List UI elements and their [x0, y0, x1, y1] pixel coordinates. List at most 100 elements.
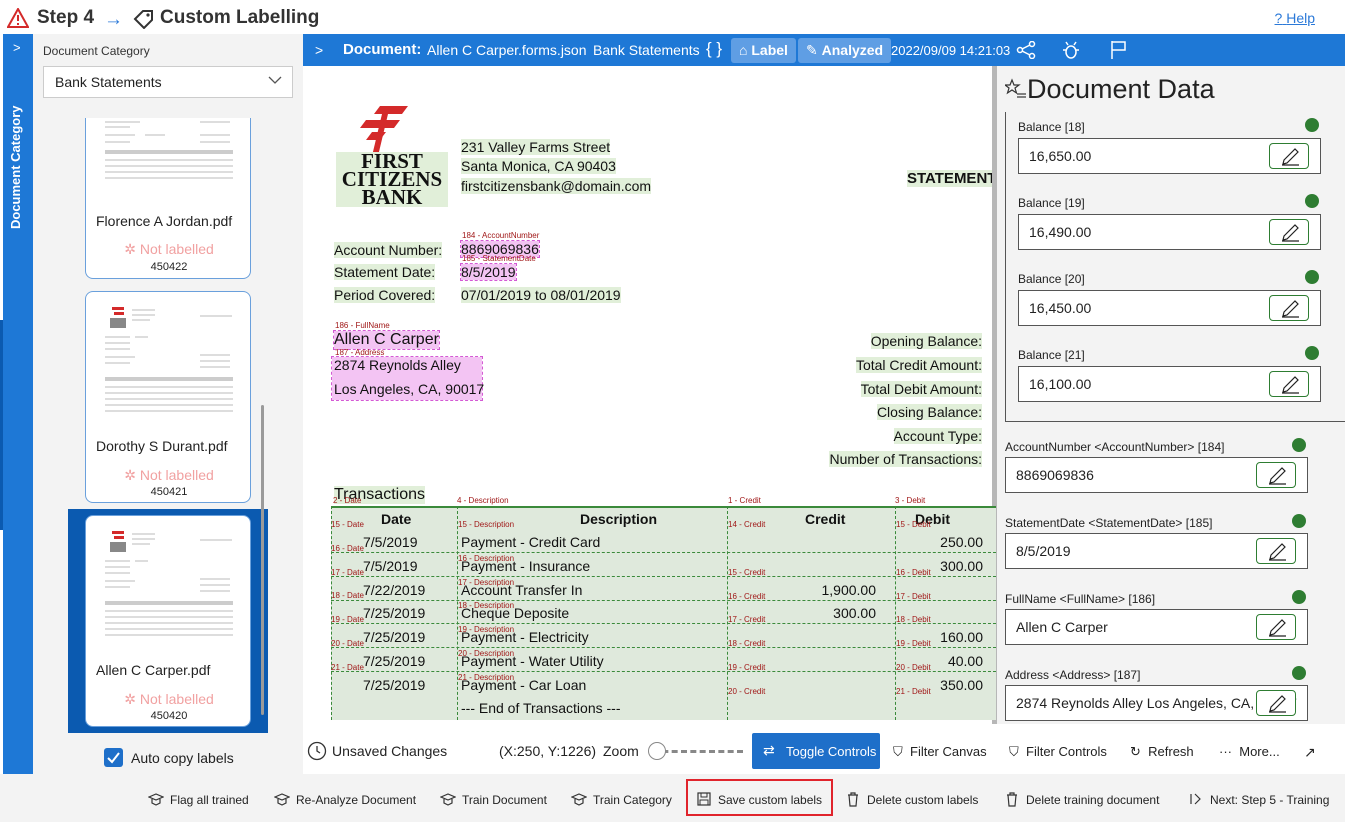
zoom-slider-thumb[interactable]	[648, 742, 666, 760]
row-tag: 19 - Credit	[728, 663, 766, 672]
row-tag: 16 - Description	[458, 553, 515, 563]
status-dot	[1305, 118, 1319, 132]
row-tag: 15 - Description	[458, 520, 515, 529]
document-category: Bank Statements	[593, 42, 700, 58]
help-link[interactable]: ? Help	[1275, 10, 1315, 26]
document-card-dorothy[interactable]: Dorothy S Durant.pdf ✲ Not labelled 4504…	[85, 291, 251, 503]
cell-date[interactable]: 7/5/2019	[363, 558, 418, 574]
refresh-icon: ↻	[1130, 744, 1141, 759]
cell-debit[interactable]: 40.00	[948, 653, 983, 669]
flag-all-trained-button[interactable]: Flag all trained	[148, 793, 249, 807]
cell-description[interactable]: Payment - Credit Card	[461, 534, 600, 550]
category-collapse-bar[interactable]: > Document Category	[3, 34, 33, 774]
bank-address-line2: Santa Monica, CA 90403	[461, 158, 616, 174]
edit-pencil-icon[interactable]	[1269, 219, 1309, 245]
pen-icon: ✎	[806, 42, 818, 58]
transactions-table[interactable]: Date Description Credit Debit 15 - Date …	[331, 506, 996, 720]
chevron-right-icon[interactable]: >	[315, 42, 323, 58]
edit-pencil-icon[interactable]	[1269, 295, 1309, 321]
analyzed-button-text: Analyzed	[821, 42, 884, 58]
refresh-button[interactable]: ↻ Refresh	[1130, 744, 1194, 760]
row-tag: 14 - Credit	[728, 520, 766, 529]
cell-date[interactable]: 7/25/2019	[363, 677, 425, 693]
toggle-controls-button[interactable]: ⇄ Toggle Controls	[752, 733, 880, 769]
delete-training-document-button[interactable]: Delete training document	[1007, 792, 1160, 807]
field-label: AccountNumber <AccountNumber> [184]	[1005, 440, 1225, 454]
delete-training-document-label: Delete training document	[1026, 793, 1160, 807]
status-dot	[1292, 514, 1306, 528]
document-card-allen[interactable]: Allen C Carper.pdf ✲ Not labelled 450420	[85, 515, 251, 727]
auto-copy-label: Auto copy labels	[131, 750, 234, 766]
flag-icon[interactable]	[1110, 40, 1128, 60]
row-tag: 16 - Debit	[896, 567, 931, 577]
checkmark-icon[interactable]	[104, 748, 123, 767]
filter-controls-label: Filter Controls	[1026, 744, 1107, 759]
balance-label: Balance [19]	[1018, 196, 1085, 210]
bug-icon[interactable]	[1061, 40, 1081, 60]
cell-date[interactable]: 7/22/2019	[363, 582, 425, 598]
balance-label: Balance [18]	[1018, 120, 1085, 134]
bug-icon: ✲	[124, 241, 136, 257]
share-icon[interactable]	[1016, 41, 1036, 59]
cell-debit[interactable]: 300.00	[940, 558, 983, 574]
edit-pencil-icon[interactable]	[1269, 143, 1309, 169]
cell-credit[interactable]: 300.00	[833, 605, 876, 621]
document-card-florence[interactable]: Florence A Jordan.pdf ✲ Not labelled 450…	[85, 118, 251, 279]
edit-pencil-icon[interactable]	[1256, 462, 1296, 488]
statement-date-value[interactable]: 8/5/2019	[460, 263, 517, 281]
cell-date[interactable]: 7/5/2019	[363, 534, 418, 550]
tag-description-column: 4 - Description	[457, 496, 509, 505]
next-step-button[interactable]: Next: Step 5 - Training	[1190, 793, 1329, 807]
label-button[interactable]: ⌂ Label	[731, 38, 796, 63]
table-divider	[457, 506, 458, 720]
status-label: Not labelled	[139, 691, 214, 707]
tag-fullname: 186 - FullName	[335, 321, 390, 330]
json-braces-icon[interactable]: { }	[706, 39, 722, 59]
document-filename: Allen C Carper.forms.json	[427, 42, 587, 58]
status-dot	[1292, 438, 1306, 452]
zoom-slider-track[interactable]	[653, 750, 743, 753]
filter-canvas-button[interactable]: ⛉ Filter Canvas	[893, 744, 987, 760]
status-label: Not labelled	[139, 241, 214, 257]
toggle-controls-label: Toggle Controls	[786, 744, 877, 759]
train-document-button[interactable]: Train Document	[440, 793, 547, 807]
field-label: FullName <FullName> [186]	[1005, 592, 1156, 606]
chevron-right-icon[interactable]: >	[13, 40, 21, 55]
row-tag: 18 - Date	[331, 591, 364, 601]
document-name: Florence A Jordan.pdf	[96, 213, 233, 229]
cell-date[interactable]: 7/25/2019	[363, 629, 425, 645]
cell-credit[interactable]: 1,900.00	[822, 582, 877, 598]
cell-date[interactable]: 7/25/2019	[363, 605, 425, 621]
row-tag: 20 - Debit	[896, 663, 931, 672]
edit-pencil-icon[interactable]	[1256, 690, 1296, 716]
edit-pencil-icon[interactable]	[1256, 614, 1296, 640]
status-not-labelled: ✲ Not labelled	[86, 691, 250, 708]
filter-controls-button[interactable]: ⛉ Filter Controls	[1009, 744, 1107, 760]
popout-icon[interactable]: ↗	[1304, 744, 1316, 761]
delete-custom-labels-button[interactable]: Delete custom labels	[848, 792, 978, 807]
reanalyze-button[interactable]: Re-Analyze Document	[274, 793, 416, 807]
train-document-label: Train Document	[462, 793, 547, 807]
cell-debit[interactable]: 250.00	[940, 534, 983, 550]
category-select[interactable]: Bank Statements	[43, 66, 293, 98]
field-value: Allen C Carper	[1016, 619, 1108, 635]
statement-heading: STATEMENT	[907, 170, 996, 187]
cell-debit[interactable]: 350.00	[940, 677, 983, 693]
row-tag: 17 - Credit	[728, 615, 766, 625]
analyzed-button[interactable]: ✎ Analyzed	[798, 38, 892, 63]
cell-date[interactable]: 7/25/2019	[363, 653, 425, 669]
document-list-scrollbar[interactable]	[261, 405, 264, 715]
field-label: StatementDate <StatementDate> [185]	[1005, 516, 1213, 530]
more-label: More...	[1239, 744, 1280, 759]
opening-balance-label: Opening Balance:	[870, 333, 982, 349]
cell-debit[interactable]: 160.00	[940, 629, 983, 645]
train-category-button[interactable]: Train Category	[571, 793, 672, 807]
balance-value: 16,100.00	[1029, 376, 1092, 392]
fullname-value[interactable]: Allen C Carper	[333, 330, 440, 350]
edit-pencil-icon[interactable]	[1269, 371, 1309, 397]
edit-pencil-icon[interactable]	[1256, 538, 1296, 564]
swap-arrows-icon: ⇄	[763, 742, 775, 758]
row-tag: 21 - Description	[458, 672, 515, 682]
column-header-description: Description	[580, 511, 658, 527]
more-button[interactable]: ··· More...	[1219, 744, 1280, 759]
